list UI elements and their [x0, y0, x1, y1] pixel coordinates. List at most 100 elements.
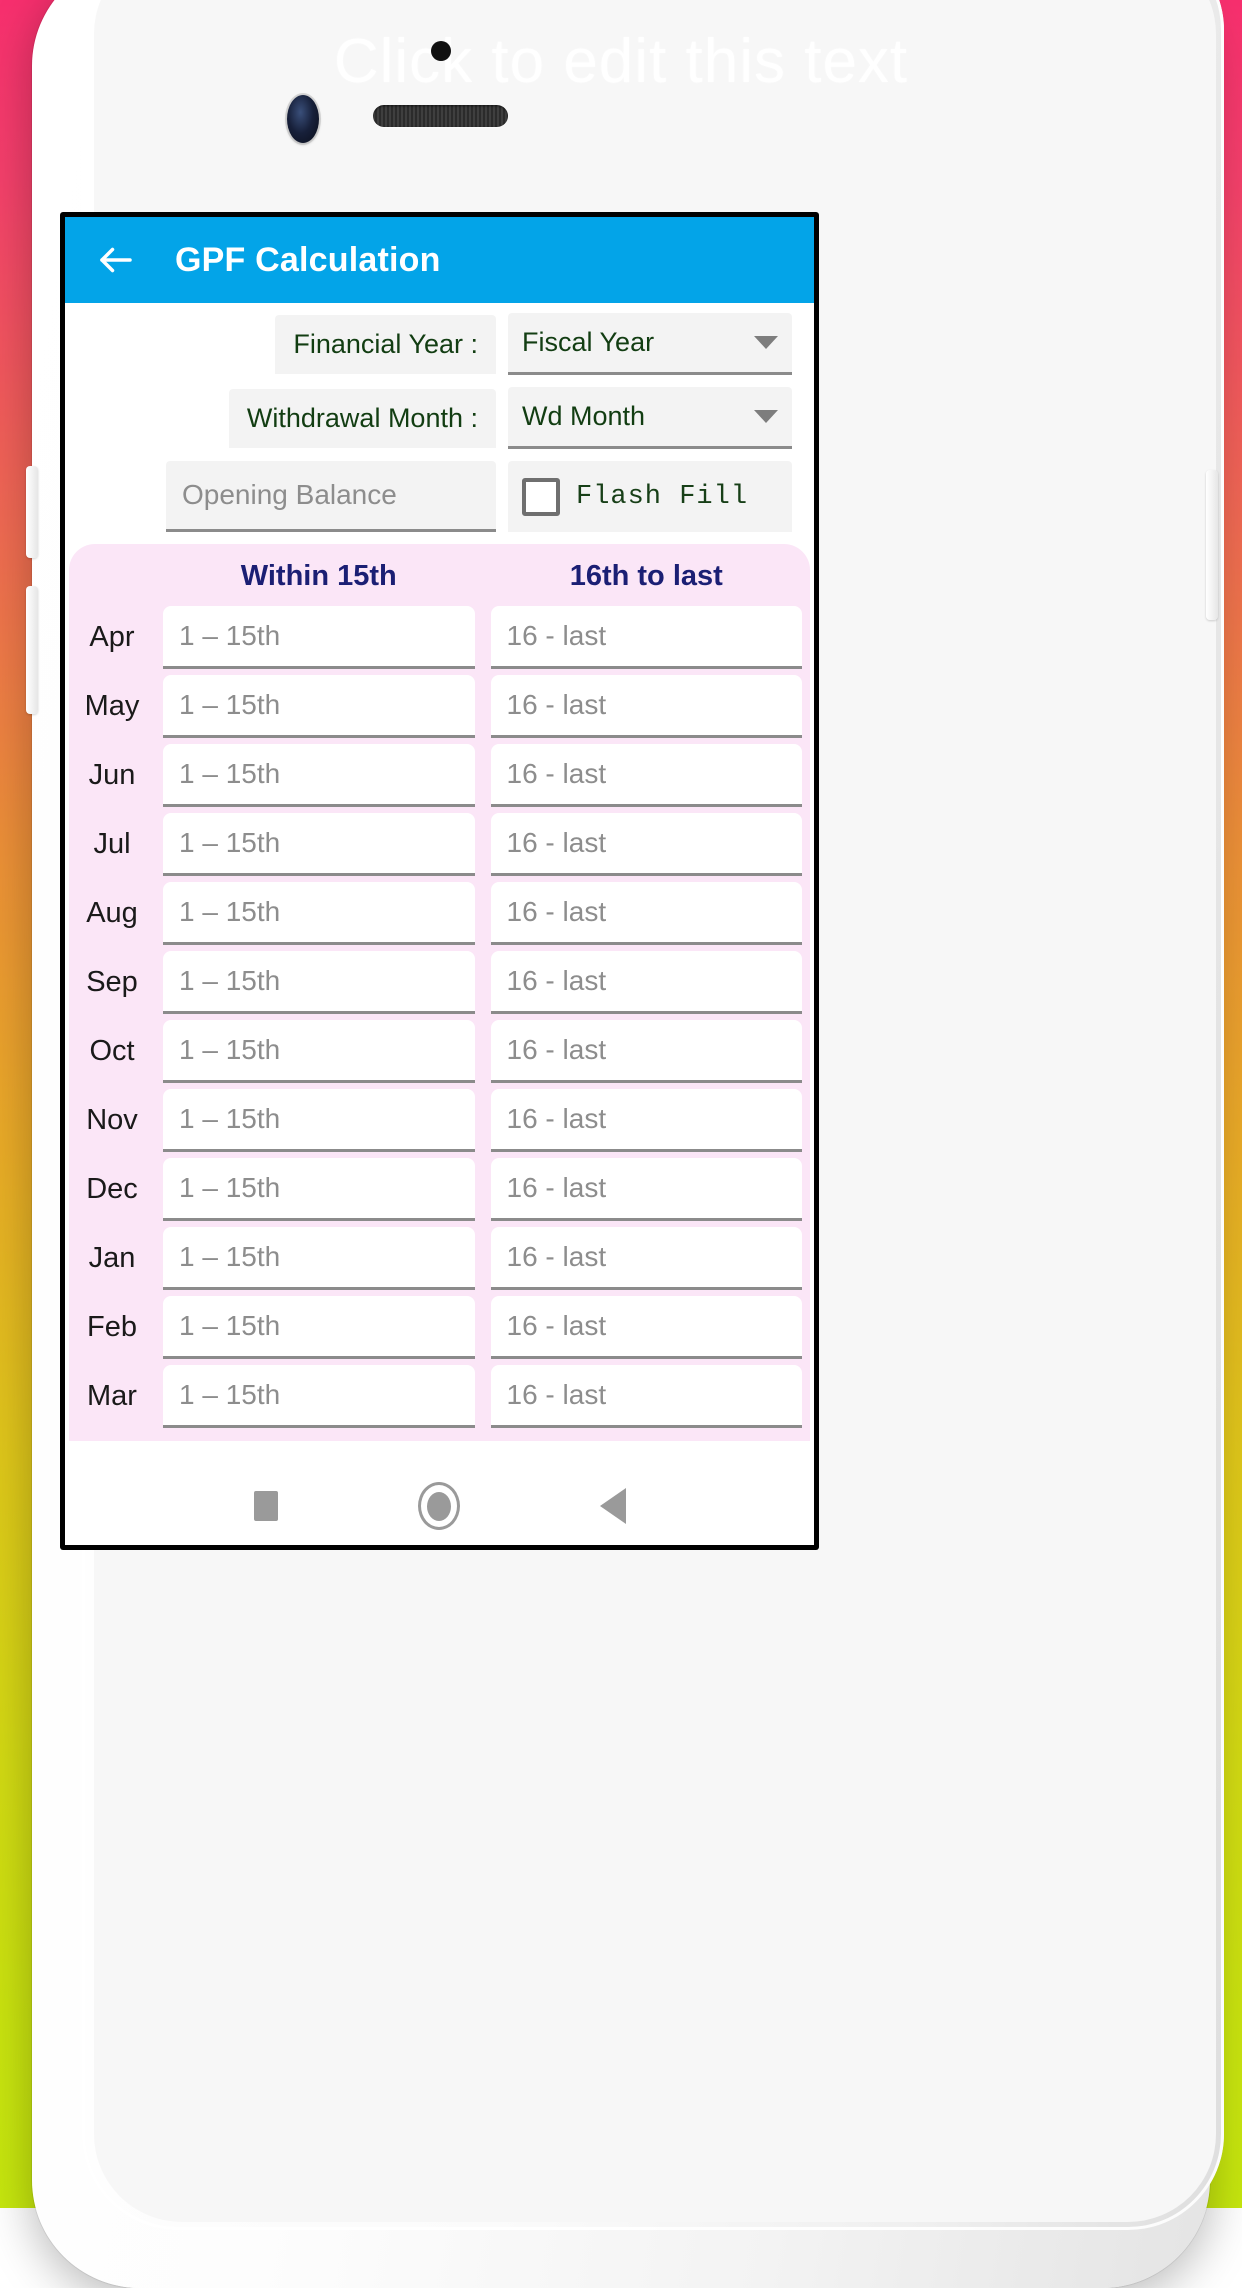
table-row: Sep [69, 948, 810, 1017]
table-row: Nov [69, 1086, 810, 1155]
cell-within-15th [155, 1020, 483, 1083]
month-label: May [84, 690, 140, 722]
input-within-15th[interactable] [163, 1365, 475, 1428]
input-within-15th[interactable] [163, 1296, 475, 1359]
cell-16th-to-last [483, 1365, 811, 1428]
circle-home-icon[interactable] [417, 1482, 460, 1530]
triangle-back-icon[interactable] [599, 1488, 626, 1524]
input-16th-to-last[interactable] [490, 813, 802, 876]
cell-16th-to-last [483, 675, 811, 738]
page-title: GPF Calculation [175, 240, 441, 279]
cell-16th-to-last [483, 813, 811, 876]
cell-within-15th [155, 1227, 483, 1290]
cell-within-15th [155, 951, 483, 1014]
table-header-row: Within 15th 16th to last [69, 552, 810, 603]
cell-16th-to-last [483, 1089, 811, 1152]
month-label: Dec [86, 1173, 138, 1205]
input-16th-to-last[interactable] [490, 951, 802, 1014]
withdrawal-month-value: Wd Month [522, 401, 646, 431]
input-within-15th[interactable] [163, 813, 475, 876]
flash-fill-label: Flash Fill [576, 481, 749, 512]
app-bar: GPF Calculation [65, 217, 814, 303]
month-label: Oct [89, 1035, 135, 1067]
input-16th-to-last[interactable] [490, 1296, 802, 1359]
camera-lens-icon [287, 95, 319, 143]
table-row: Jul [69, 810, 810, 879]
month-label: Aug [86, 897, 138, 929]
proximity-sensor-icon [431, 41, 451, 61]
input-within-15th[interactable] [163, 675, 475, 738]
month-label: Nov [86, 1104, 138, 1136]
input-within-15th[interactable] [163, 1227, 475, 1290]
cell-within-15th [155, 1158, 483, 1221]
column-header-16th-to-last: 16th to last [569, 560, 723, 592]
month-label: Jul [93, 828, 131, 860]
app-screen: GPF Calculation Financial Year : Fiscal … [65, 217, 814, 1545]
back-arrow-icon[interactable] [95, 239, 137, 281]
month-label: Mar [87, 1380, 137, 1412]
month-label: Jun [88, 759, 136, 791]
table-row: Apr [69, 603, 810, 672]
cell-within-15th [155, 1089, 483, 1152]
input-16th-to-last[interactable] [490, 1089, 802, 1152]
financial-year-label: Financial Year : [275, 314, 496, 374]
android-navigation-bar [65, 1467, 814, 1545]
withdrawal-month-label: Withdrawal Month : [228, 388, 496, 448]
input-16th-to-last[interactable] [490, 606, 802, 669]
month-label: Sep [86, 966, 138, 998]
input-16th-to-last[interactable] [490, 1020, 802, 1083]
financial-year-value: Fiscal Year [522, 327, 655, 357]
cell-16th-to-last [483, 1227, 811, 1290]
input-within-15th[interactable] [163, 882, 475, 945]
input-within-15th[interactable] [163, 951, 475, 1014]
circle-home-inner [426, 1491, 451, 1521]
power-button[interactable] [1206, 470, 1218, 620]
cell-within-15th [155, 882, 483, 945]
volume-up-button[interactable] [26, 466, 38, 558]
cell-16th-to-last [483, 606, 811, 669]
table-row: Dec [69, 1155, 810, 1224]
cell-16th-to-last [483, 1296, 811, 1359]
cell-within-15th [155, 813, 483, 876]
table-row: Aug [69, 879, 810, 948]
table-row: Jan [69, 1224, 810, 1293]
input-16th-to-last[interactable] [490, 882, 802, 945]
monthly-subscription-table: Within 15th 16th to last Apr May Jun Jul Aug… [69, 544, 810, 1441]
input-within-15th[interactable] [163, 606, 475, 669]
cell-16th-to-last [483, 882, 811, 945]
volume-down-button[interactable] [26, 586, 38, 714]
input-within-15th[interactable] [163, 1089, 475, 1152]
device-screen-bezel: GPF Calculation Financial Year : Fiscal … [60, 212, 819, 1550]
cell-within-15th [155, 744, 483, 807]
table-row: Feb [69, 1293, 810, 1362]
input-within-15th[interactable] [163, 1020, 475, 1083]
checkbox-unchecked-icon[interactable] [522, 477, 560, 516]
table-row: Mar [69, 1362, 810, 1431]
input-16th-to-last[interactable] [490, 744, 802, 807]
withdrawal-month-dropdown[interactable]: Wd Month [508, 387, 792, 449]
chevron-down-icon [754, 410, 778, 423]
cell-within-15th [155, 606, 483, 669]
input-16th-to-last[interactable] [490, 1158, 802, 1221]
cell-within-15th [155, 1296, 483, 1359]
opening-balance-row: Flash Fill [87, 461, 792, 532]
input-within-15th[interactable] [163, 1158, 475, 1221]
gpf-input-form: Financial Year : Fiscal Year Withdrawal … [65, 303, 814, 538]
cell-16th-to-last [483, 744, 811, 807]
month-label: Jan [88, 1242, 136, 1274]
withdrawal-month-row: Withdrawal Month : Wd Month [87, 387, 792, 449]
financial-year-dropdown[interactable]: Fiscal Year [508, 313, 792, 375]
month-label: Apr [89, 621, 135, 653]
table-row: May [69, 672, 810, 741]
earpiece-speaker-icon [373, 105, 508, 127]
input-within-15th[interactable] [163, 744, 475, 807]
column-header-within-15th: Within 15th [240, 560, 397, 592]
input-16th-to-last[interactable] [490, 1365, 802, 1428]
input-16th-to-last[interactable] [490, 1227, 802, 1290]
square-recents-icon[interactable] [253, 1491, 278, 1521]
opening-balance-input[interactable] [166, 461, 496, 532]
flash-fill-toggle[interactable]: Flash Fill [508, 461, 792, 532]
cell-within-15th [155, 1365, 483, 1428]
input-16th-to-last[interactable] [490, 675, 802, 738]
table-row: Oct [69, 1017, 810, 1086]
